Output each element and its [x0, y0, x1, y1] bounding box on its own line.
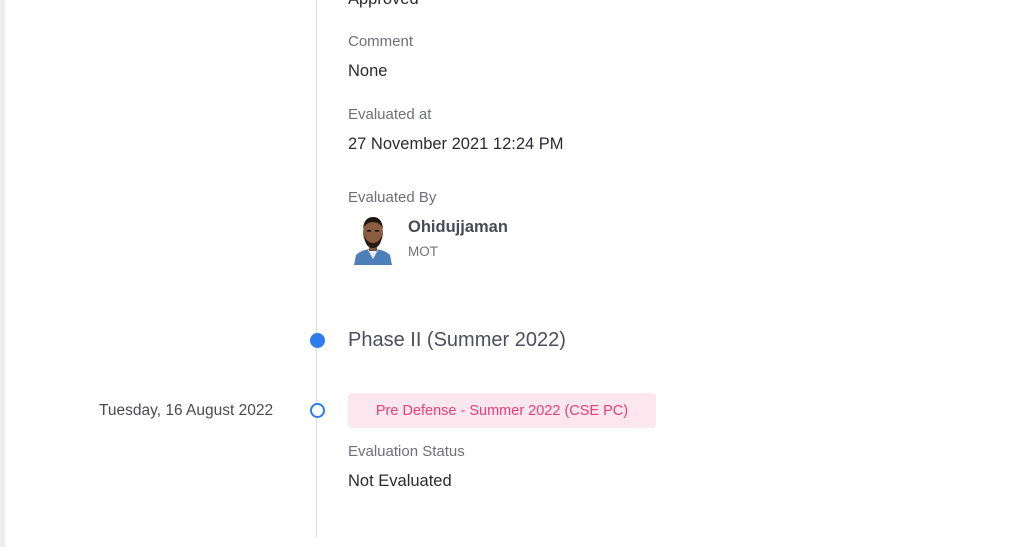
- evaluator-name: Ohidujjaman: [408, 218, 508, 236]
- phase-dot-icon: [310, 333, 325, 348]
- evaluation-status-value: Not Evaluated: [348, 472, 452, 490]
- event-badge: Pre Defense - Summer 2022 (CSE PC): [348, 393, 656, 428]
- evaluated-by-label: Evaluated By: [348, 189, 437, 206]
- event-date: Tuesday, 16 August 2022: [99, 402, 274, 419]
- user-photo-icon: [352, 213, 394, 265]
- evaluated-at-value: 27 November 2021 12:24 PM: [348, 135, 564, 153]
- timeline-page: Approved Comment None Evaluated at 27 No…: [0, 0, 1030, 547]
- comment-label: Comment: [348, 33, 414, 50]
- event-dot-icon: [310, 403, 325, 418]
- comment-value: None: [348, 62, 388, 80]
- evaluation-status-value: Approved: [348, 0, 419, 9]
- evaluator-avatar: [352, 213, 394, 265]
- phase-title: Phase II (Summer 2022): [348, 329, 566, 351]
- left-border: [0, 0, 5, 547]
- evaluated-at-label: Evaluated at: [348, 106, 432, 123]
- evaluator-role: MOT: [408, 244, 438, 259]
- evaluation-status-label: Evaluation Status: [348, 443, 465, 460]
- timeline-line: [316, 0, 317, 537]
